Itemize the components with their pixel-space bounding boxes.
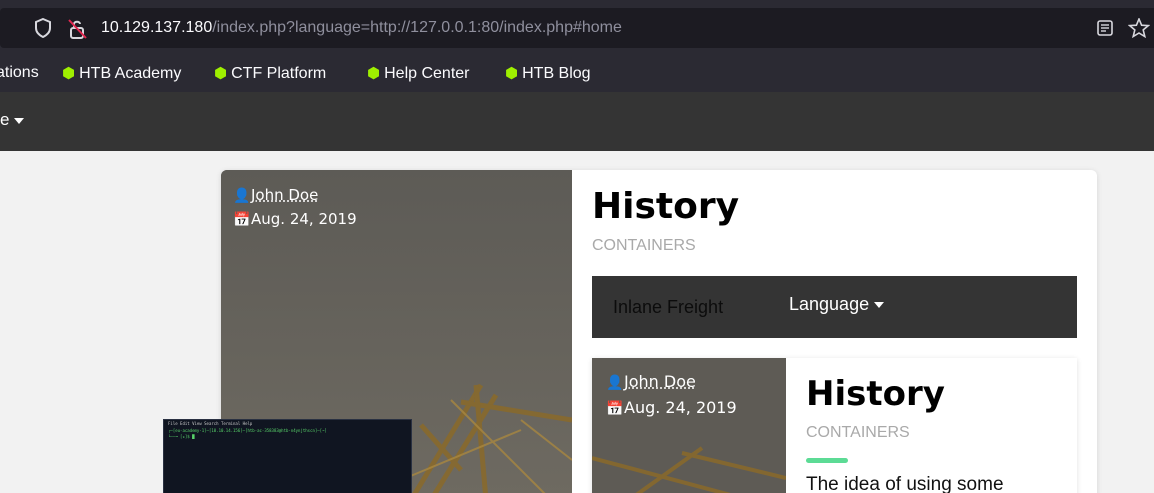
cube-icon: ⬢ <box>367 65 381 82</box>
author-link[interactable]: John Doe <box>251 186 318 204</box>
cube-icon: ⬢ <box>214 65 228 82</box>
embedded-navbar: Inlane Freight Language <box>592 276 1077 338</box>
calendar-icon: 📅 <box>606 401 624 417</box>
post-title[interactable]: History <box>592 186 739 227</box>
calendar-icon: 📅 <box>233 212 251 228</box>
url-text[interactable]: 10.129.137.180/index.php?language=http:/… <box>101 19 622 37</box>
url-path: /index.php?language=http://127.0.0.1:80/… <box>212 19 622 36</box>
user-icon: 👤 <box>233 188 251 204</box>
shield-icon[interactable] <box>34 17 52 43</box>
post-date: Aug. 24, 2019 <box>624 398 737 417</box>
post-category: CONTAINERS <box>592 237 696 254</box>
browser-toolbar: 10.129.137.180/index.php?language=http:/… <box>0 0 1154 56</box>
language-dropdown[interactable]: Language <box>789 294 885 315</box>
bookmark-item[interactable]: ations <box>0 64 39 82</box>
terminal-window[interactable]: File Edit View Search Terminal Help ┌─[e… <box>163 419 412 493</box>
bookmark-htb-academy[interactable]: ⬢ HTB Academy <box>62 64 181 83</box>
caret-down-icon <box>14 117 25 124</box>
author-link[interactable]: John Doe <box>624 372 696 391</box>
bookmark-help-center[interactable]: ⬢ Help Center <box>367 64 469 83</box>
embedded-post-title[interactable]: History <box>806 374 945 414</box>
embedded-post-meta: 👤John Doe 📅Aug. 24, 2019 <box>606 372 737 422</box>
post-date: Aug. 24, 2019 <box>251 210 357 228</box>
embedded-post-image: 👤John Doe 📅Aug. 24, 2019 <box>592 358 786 493</box>
bookmarks-toolbar: ations ⬢ HTB Academy ⬢ CTF Platform ⬢ Help … <box>0 56 1154 92</box>
accent-bar <box>806 458 848 463</box>
post-meta: 👤John Doe 📅Aug. 24, 2019 <box>233 186 357 234</box>
terminal-input-line[interactable]: └──╼ [★]$ █ <box>168 434 195 439</box>
reader-view-icon[interactable] <box>1096 18 1114 43</box>
cube-icon: ⬢ <box>62 65 76 82</box>
caret-down-icon <box>874 302 885 309</box>
terminal-menubar[interactable]: File Edit View Search Terminal Help <box>168 421 252 426</box>
user-icon: 👤 <box>606 375 624 391</box>
embedded-post-category: CONTAINERS <box>806 424 910 441</box>
post-excerpt: The idea of using some <box>806 474 1004 493</box>
address-bar[interactable]: 10.129.137.180/index.php?language=http:/… <box>0 8 1154 48</box>
bookmark-star-icon[interactable] <box>1127 16 1151 43</box>
cube-icon: ⬢ <box>505 65 519 82</box>
terminal-prompt-line: ┌─[eu-academy-1]─[10.10.14.156]─[htb-ac-… <box>168 428 327 433</box>
bookmark-htb-blog[interactable]: ⬢ HTB Blog <box>505 64 591 83</box>
site-navbar: e <box>0 92 1154 151</box>
navbar-brand[interactable]: Inlane Freight <box>613 297 723 318</box>
lock-broken-icon[interactable] <box>68 18 88 45</box>
nav-dropdown[interactable]: e <box>0 110 25 130</box>
url-host: 10.129.137.180 <box>101 19 213 36</box>
bookmark-ctf-platform[interactable]: ⬢ CTF Platform <box>214 64 326 83</box>
